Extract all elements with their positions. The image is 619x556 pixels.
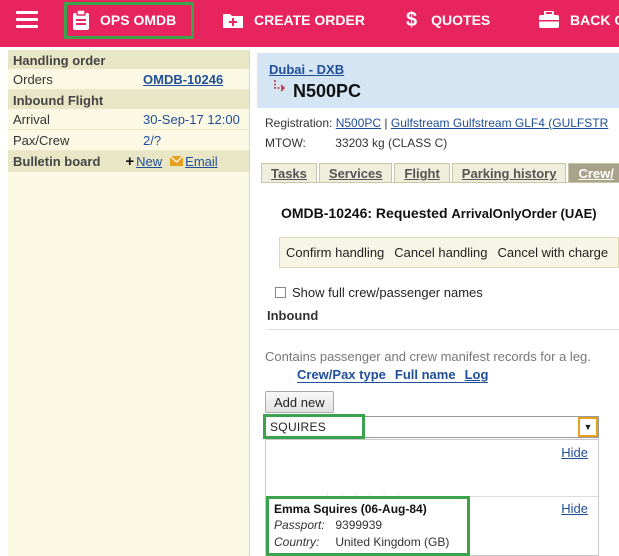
tab-parking-history[interactable]: Parking history [451,163,567,182]
result-name: Emma Squires (06-Aug-84) [274,502,427,516]
result-country: Country: United Kingdom (GB) [274,535,450,549]
tab-crew[interactable]: Crew/ [568,163,619,182]
scroll-ghost-text: · · · · · · [326,489,404,500]
order-tabs: Tasks Services Flight Parking history Cr… [261,163,619,183]
confirm-handling-button[interactable]: Confirm handling [286,245,384,260]
crew-search-combobox[interactable]: SQUIRES ▼ [265,416,599,438]
show-full-names-option[interactable]: Show full crew/passenger names [275,285,483,300]
registration-label: Registration: [265,116,333,130]
menu-icon[interactable] [16,11,38,28]
right-panel: Dubai - DXB N500PC Registration: N500PC … [257,50,619,556]
arrival-label: Arrival [13,111,50,127]
mtow-label: MTOW: [265,136,306,150]
arrival-row: Arrival 30-Sep-17 12:00 [8,109,249,130]
arrival-arrow-icon [273,79,287,96]
column-log[interactable]: Log [465,367,489,382]
orders-row: Orders OMDB-10246 [8,69,249,90]
search-results-dropdown: Hide · · · · · · Hide Emma Squires (06-A… [265,439,599,556]
nav-back-office[interactable]: BACK O [538,0,619,40]
crew-search-input[interactable]: SQUIRES [270,420,326,434]
order-status: OMDB-10246: Requested [281,205,448,221]
email-icon [169,154,184,169]
registration-row: Registration: N500PC | Gulfstream Gulfst… [265,116,609,130]
aircraft-type-link[interactable]: Gulfstream Gulfstream GLF4 (GULFSTR [391,116,608,130]
nav-create-label: CREATE ORDER [254,12,365,28]
left-panel: Handling order Orders OMDB-10246 Inbound… [8,50,250,556]
show-full-names-label: Show full crew/passenger names [292,285,483,300]
add-new-button[interactable]: Add new [265,391,334,413]
hide-link-result[interactable]: Hide [561,501,588,516]
column-full-name[interactable]: Full name [395,367,456,382]
order-link[interactable]: OMDB-10246 [143,72,223,87]
bulletin-email-link[interactable]: Email [185,154,218,169]
result-passport: Passport: 9399939 [274,518,383,532]
inbound-section-title: Inbound [267,308,619,330]
folder-plus-icon [222,11,244,29]
manifest-description: Contains passenger and crew manifest rec… [265,349,591,364]
dropdown-divider [266,496,598,497]
nav-quotes-label: QUOTES [431,12,491,28]
bulletin-board: Bulletin board + New Email [8,151,249,172]
bulletin-label: Bulletin board [13,154,101,169]
cancel-handling-button[interactable]: Cancel handling [394,245,487,260]
hide-link-top[interactable]: Hide [561,445,588,460]
nav-create-order[interactable]: CREATE ORDER [222,0,365,40]
briefcase-icon [538,11,560,29]
cancel-with-charge-button[interactable]: Cancel with charge [498,245,609,260]
search-result-item[interactable]: Emma Squires (06-Aug-84) Passport: 93999… [274,502,449,552]
dropdown-arrow-icon[interactable]: ▼ [578,417,598,437]
tab-services[interactable]: Services [318,163,393,182]
top-nav: OPS OMDB CREATE ORDER $ QUOTES BACK O [0,0,619,47]
nav-back-label: BACK O [570,12,619,28]
handling-order-header: Handling order [8,50,249,69]
arrival-value: 30-Sep-17 12:00 [143,111,240,127]
flight-header: Dubai - DXB N500PC [257,53,619,108]
order-type: ArrivalOnlyOrder (UAE) [451,206,597,221]
paxcrew-value: 2/? [143,132,162,148]
tab-tasks[interactable]: Tasks [261,163,317,182]
tab-flight[interactable]: Flight [394,163,450,182]
show-full-names-checkbox[interactable] [275,287,286,298]
paxcrew-row: Pax/Crew 2/? [8,130,249,151]
column-crew-pax-type[interactable]: Crew/Pax type [297,367,386,382]
inbound-flight-header: Inbound Flight [8,90,249,109]
mtow-value: 33203 kg (CLASS C) [335,136,448,150]
destination-link[interactable]: Dubai - DXB [269,62,344,77]
nav-quotes[interactable]: $ QUOTES [406,0,490,40]
registration-link[interactable]: N500PC [336,116,381,130]
mtow-row: MTOW: 33203 kg (CLASS C) [265,136,447,150]
paxcrew-label: Pax/Crew [13,132,70,148]
manifest-column-headers: Crew/Pax type Full name Log [297,367,489,383]
orders-label: Orders [13,71,53,87]
plus-icon: + [125,153,135,170]
tail-number: N500PC [293,81,362,101]
ops-highlight-box [64,2,194,39]
action-bar: Confirm handling Cancel handling Cancel … [279,237,619,268]
order-title: OMDB-10246: Requested ArrivalOnlyOrder (… [281,205,597,221]
dollar-icon: $ [406,8,418,31]
bulletin-new-link[interactable]: New [136,154,162,169]
